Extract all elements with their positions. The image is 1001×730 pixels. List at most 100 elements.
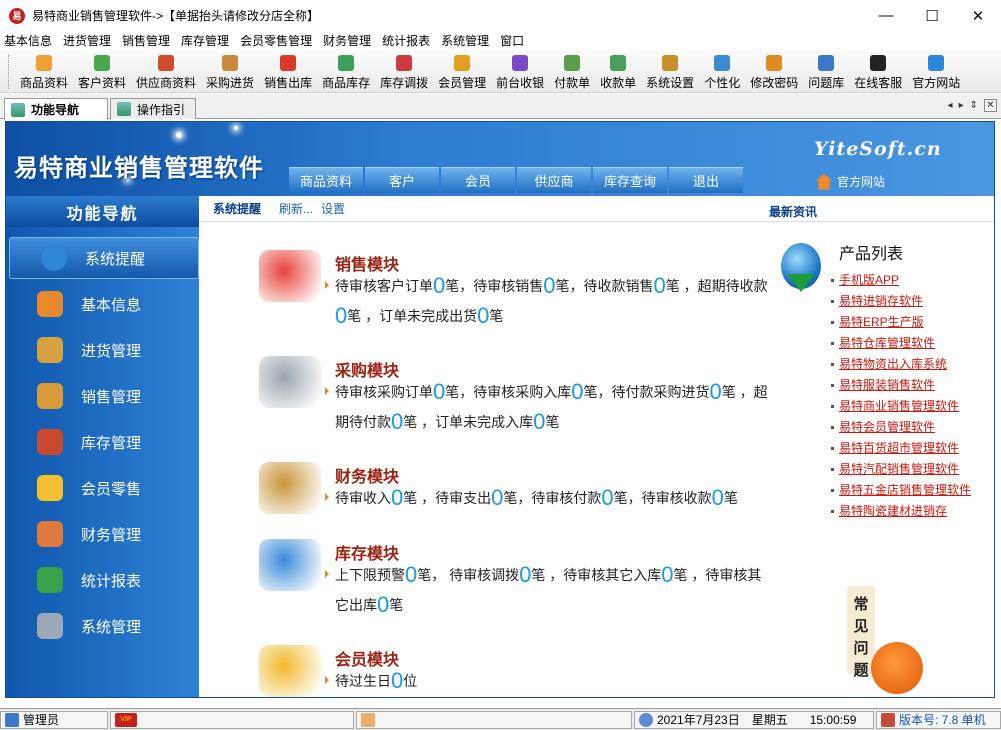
banner-nav-tab[interactable]: 客户 — [365, 167, 439, 193]
sidebar-item[interactable]: 进货管理 — [6, 329, 199, 371]
count-value: 0 — [653, 273, 666, 298]
product-link[interactable]: 易特进销存软件 — [831, 291, 989, 312]
sidebar-item[interactable]: 统计报表 — [6, 559, 199, 601]
module-summary: 上下限预警0笔， 待审核调拨0笔 ，待审核其它入库0笔 ，待审核其它出库0笔 — [335, 560, 775, 620]
faq-char: 题 — [853, 662, 869, 679]
toolbar-button[interactable]: 官方网站 — [907, 51, 965, 93]
menu-item[interactable]: 基本信息 — [0, 31, 57, 51]
summary-text: 笔 — [545, 414, 560, 430]
product-link[interactable]: 易特百货超市管理软件 — [831, 438, 989, 459]
sidebar-item[interactable]: 销售管理 — [6, 375, 199, 417]
summary-text: 笔 ，超期待收款 — [665, 278, 768, 294]
sidebar-item[interactable]: 系统管理 — [6, 605, 199, 647]
product-link[interactable]: 易特商业销售管理软件 — [831, 396, 989, 417]
toolbar-label: 收款单 — [600, 76, 637, 90]
menu-item[interactable]: 会员零售管理 — [234, 31, 317, 51]
toolbar-button[interactable]: 商品库存 — [317, 51, 375, 93]
faq-char: 见 — [853, 618, 869, 635]
toolbar-button[interactable]: 系统设置 — [641, 51, 699, 93]
sidebar-item[interactable]: 财务管理 — [6, 513, 199, 555]
settings-link[interactable]: 设置 — [321, 200, 345, 217]
count-value: 0 — [709, 379, 722, 404]
official-site-link[interactable]: 官方网站 — [816, 173, 885, 190]
maximize-button[interactable]: ☐ — [909, 0, 955, 31]
banner-nav-tab[interactable]: 库存查询 — [593, 167, 667, 193]
count-value: 0 — [601, 485, 614, 510]
tab-function-nav[interactable]: 功能导航 — [4, 98, 108, 120]
count-value: 0 — [433, 273, 446, 298]
toolbar-button[interactable]: 前台收银 — [491, 51, 549, 93]
summary-text: 笔 — [389, 597, 404, 613]
count-value: 0 — [491, 485, 504, 510]
tab-operation-guide[interactable]: 操作指引 — [110, 98, 196, 119]
toolbar-grip[interactable] — [8, 55, 11, 89]
toolbar-button[interactable]: 个性化 — [699, 51, 745, 93]
official-site-label: 官方网站 — [837, 175, 886, 189]
summary-text: 待审核客户订单 — [335, 278, 433, 294]
product-link[interactable]: 易特会员管理软件 — [831, 417, 989, 438]
menu-item[interactable]: 系统管理 — [435, 31, 494, 51]
menu-item[interactable]: 库存管理 — [175, 31, 234, 51]
product-link[interactable]: 易特五金店销售管理软件 — [831, 480, 989, 501]
menu-item[interactable]: 销售管理 — [116, 31, 175, 51]
product-link[interactable]: 易特ERP生产版 — [831, 312, 989, 333]
sidebar-item-label: 销售管理 — [81, 388, 142, 406]
product-link[interactable]: 手机版APP — [831, 270, 989, 291]
toolbar-button[interactable]: 供应商资料 — [131, 51, 201, 93]
toolbar-icon — [94, 55, 111, 71]
menu-item[interactable]: 统计报表 — [376, 31, 435, 51]
menu-item[interactable]: 进货管理 — [57, 31, 116, 51]
toolbar-button[interactable]: 采购进货 — [201, 51, 259, 93]
tab-next-icon[interactable]: ▸ — [959, 100, 964, 111]
toolbar-icon — [766, 55, 783, 71]
toolbar-button[interactable]: 在线客服 — [849, 51, 907, 93]
box-in-icon — [37, 337, 63, 363]
sidebar-item[interactable]: 系统提醒 — [9, 237, 199, 279]
sidebar-item[interactable]: 会员零售 — [6, 467, 199, 509]
banner-nav-tab[interactable]: 商品资料 — [289, 167, 363, 193]
support-mascot-icon[interactable] — [871, 642, 923, 694]
close-button[interactable]: ✕ — [955, 0, 1001, 31]
toolbar-button[interactable]: 修改密码 — [745, 51, 803, 93]
sidebar-item-label: 财务管理 — [81, 526, 142, 544]
product-link[interactable]: 易特物资出入库系统 — [831, 354, 989, 375]
window-controls: — ☐ ✕ — [863, 0, 1001, 31]
app-icon: 易 — [9, 7, 25, 24]
cubes-icon — [37, 291, 63, 317]
guide-icon — [117, 102, 131, 116]
menu-item[interactable]: 财务管理 — [317, 31, 376, 51]
tab-list-icon[interactable]: ⇕ — [970, 100, 978, 111]
refresh-link[interactable]: 刷新... — [279, 200, 313, 217]
banner-nav-tab[interactable]: 退出 — [669, 167, 743, 193]
summary-text: 待审收入 — [335, 490, 391, 506]
product-link[interactable]: 易特服装销售软件 — [831, 375, 989, 396]
count-value: 0 — [391, 409, 404, 434]
toolbar-button[interactable]: 付款单 — [549, 51, 595, 93]
tab-prev-icon[interactable]: ◂ — [948, 100, 953, 111]
banner-nav-tab[interactable]: 供应商 — [517, 167, 591, 193]
menu-item[interactable]: 窗口 — [494, 31, 529, 51]
minimize-button[interactable]: — — [863, 0, 909, 31]
sidebar-item[interactable]: 库存管理 — [6, 421, 199, 463]
toolbar-button[interactable]: 收款单 — [595, 51, 641, 93]
status-datetime: 2021年7月23日 星期五 15:00:59 — [634, 710, 874, 729]
toolbar-label: 官方网站 — [912, 76, 961, 90]
sidebar-item[interactable]: 基本信息 — [6, 283, 199, 325]
toolbar-label: 客户资料 — [78, 76, 127, 90]
product-link[interactable]: 易特仓库管理软件 — [831, 333, 989, 354]
summary-text: 上下限预警 — [335, 567, 405, 583]
toolbar-button[interactable]: 商品资料 — [15, 51, 73, 93]
toolbar-button[interactable]: 库存调拨 — [375, 51, 433, 93]
tab-close-icon[interactable]: ✕ — [984, 99, 997, 112]
toolbar-button[interactable]: 客户资料 — [73, 51, 131, 93]
members-icon — [37, 475, 63, 501]
toolbar-button[interactable]: 销售出库 — [259, 51, 317, 93]
tab-label: 功能导航 — [31, 103, 80, 117]
banner-nav-tab[interactable]: 会员 — [441, 167, 515, 193]
toolbar-button[interactable]: 会员管理 — [433, 51, 491, 93]
product-link[interactable]: 易特汽配销售管理软件 — [831, 459, 989, 480]
time-label: 15:00:59 — [809, 712, 857, 727]
count-value: 0 — [711, 485, 724, 510]
product-link[interactable]: 易特陶瓷建材进销存 — [831, 501, 989, 522]
toolbar-button[interactable]: 问题库 — [803, 51, 849, 93]
